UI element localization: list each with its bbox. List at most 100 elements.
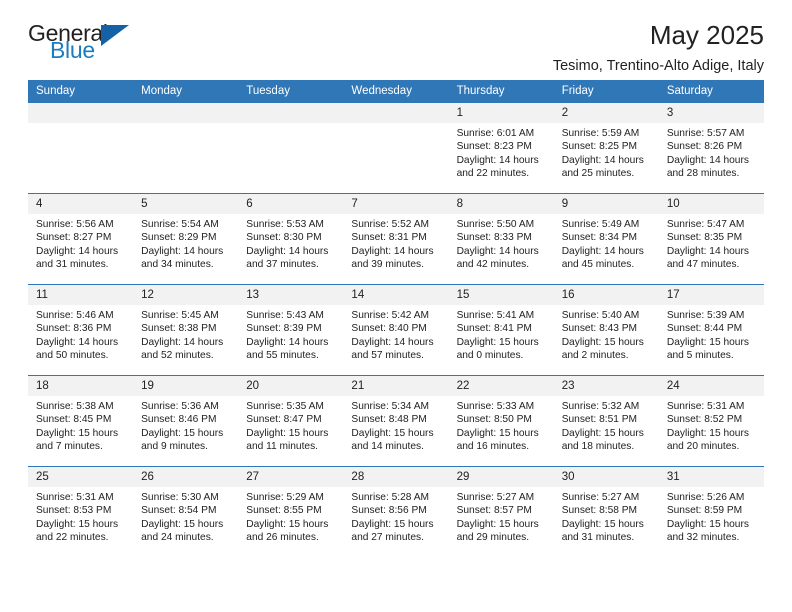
calendar-day-cell[interactable]: 31 Sunrise: 5:26 AM Sunset: 8:59 PM Dayligh… [658,466,764,557]
calendar-day-cell[interactable]: 14 Sunrise: 5:42 AM Sunset: 8:40 PM Dayligh… [343,284,449,376]
calendar-day-cell[interactable]: 15 Sunrise: 5:41 AM Sunset: 8:41 PM Dayligh… [448,284,554,376]
sunset-text: Sunset: 8:40 PM [351,323,427,335]
general-blue-logo[interactable]: General Blue [28,22,138,66]
sunset-text: Sunset: 8:53 PM [36,505,112,517]
calendar-day-cell[interactable]: 24 Sunrise: 5:31 AM Sunset: 8:52 PM Dayligh… [658,375,764,467]
sunset-text: Sunset: 8:55 PM [246,505,322,517]
sunset-text: Sunset: 8:44 PM [666,323,743,335]
sunrise-text: Sunrise: 5:38 AM [36,401,114,412]
daylight-text: Daylight: 15 hours and 31 minutes. [561,518,644,543]
calendar-day-cell[interactable]: 13 Sunrise: 5:43 AM Sunset: 8:39 PM Dayligh… [238,284,344,376]
calendar-day-cell[interactable]: 6 Sunrise: 5:53 AM Sunset: 8:30 PM Daylight… [238,193,344,285]
sunrise-sunset-calendar: Sunday Monday Tuesday Wednesday Thursday Frid… [28,80,764,557]
day-number: 20 [238,376,344,396]
weekday-header-wednesday: Wednesday [343,80,449,103]
calendar-day-cell[interactable]: 17 Sunrise: 5:39 AM Sunset: 8:44 PM Dayligh… [658,284,764,376]
sunset-text: Sunset: 8:38 PM [141,323,217,335]
calendar-day-cell[interactable]: 8 Sunrise: 5:50 AM Sunset: 8:33 PM Daylight… [448,193,554,285]
calendar-day-cell-empty [343,102,449,194]
calendar-day-cell[interactable]: 23 Sunrise: 5:32 AM Sunset: 8:51 PM Dayligh… [553,375,659,467]
sunset-text: Sunset: 8:43 PM [561,323,638,335]
sunrise-text: Sunrise: 5:30 AM [141,492,219,503]
calendar-day-cell[interactable]: 22 Sunrise: 5:33 AM Sunset: 8:50 PM Dayligh… [448,375,554,467]
day-info: Sunrise: 5:57 AM Sunset: 8:26 PM Daylight:… [659,123,764,180]
day-number: 25 [28,467,134,487]
day-info: Sunrise: 5:31 AM Sunset: 8:52 PM Daylight:… [659,396,764,453]
daylight-text: Daylight: 15 hours and 2 minutes. [561,336,644,361]
calendar-day-cell[interactable]: 28 Sunrise: 5:28 AM Sunset: 8:56 PM Dayligh… [343,466,449,557]
sunset-text: Sunset: 8:35 PM [666,232,743,244]
sunrise-text: Sunrise: 5:31 AM [36,492,114,503]
sunrise-text: Sunrise: 5:32 AM [561,401,640,412]
day-info: Sunrise: 5:54 AM Sunset: 8:29 PM Daylight:… [133,214,238,271]
daylight-text: Daylight: 15 hours and 24 minutes. [141,518,224,543]
day-number: 12 [133,285,239,305]
sunrise-text: Sunrise: 5:33 AM [456,401,535,412]
calendar-day-cell[interactable]: 21 Sunrise: 5:34 AM Sunset: 8:48 PM Dayligh… [343,375,449,467]
daylight-text: Daylight: 14 hours and 52 minutes. [141,336,224,361]
daylight-text: Daylight: 15 hours and 26 minutes. [246,518,329,543]
daylight-text: Daylight: 15 hours and 22 minutes. [36,518,119,543]
calendar-day-cell[interactable]: 3 Sunrise: 5:57 AM Sunset: 8:26 PM Daylight… [658,102,764,194]
calendar-day-cell[interactable]: 7 Sunrise: 5:52 AM Sunset: 8:31 PM Daylight… [343,193,449,285]
sunrise-text: Sunrise: 6:01 AM [456,128,535,139]
day-info: Sunrise: 5:47 AM Sunset: 8:35 PM Daylight:… [659,214,764,271]
day-info: Sunrise: 5:34 AM Sunset: 8:48 PM Daylight:… [343,396,448,453]
day-info: Sunrise: 5:53 AM Sunset: 8:30 PM Daylight:… [238,214,343,271]
daylight-text: Daylight: 14 hours and 55 minutes. [246,336,329,361]
sunset-text: Sunset: 8:41 PM [456,323,532,335]
weekday-header-tuesday: Tuesday [238,80,344,103]
day-number: 2 [553,103,659,123]
daylight-text: Daylight: 15 hours and 14 minutes. [351,427,434,452]
day-info: Sunrise: 5:28 AM Sunset: 8:56 PM Daylight:… [343,487,448,544]
day-info: Sunrise: 5:33 AM Sunset: 8:50 PM Daylight:… [449,396,554,453]
daylight-text: Daylight: 15 hours and 5 minutes. [666,336,749,361]
day-info: Sunrise: 5:40 AM Sunset: 8:43 PM Daylight:… [554,305,659,362]
calendar-day-cell[interactable]: 16 Sunrise: 5:40 AM Sunset: 8:43 PM Dayligh… [553,284,659,376]
daylight-text: Daylight: 15 hours and 16 minutes. [456,427,539,452]
sunrise-text: Sunrise: 5:47 AM [666,219,745,230]
day-info: Sunrise: 5:56 AM Sunset: 8:27 PM Daylight:… [28,214,133,271]
sunrise-text: Sunrise: 5:36 AM [141,401,219,412]
day-info: Sunrise: 5:39 AM Sunset: 8:44 PM Daylight:… [659,305,764,362]
calendar-day-cell[interactable]: 19 Sunrise: 5:36 AM Sunset: 8:46 PM Dayligh… [133,375,239,467]
day-number: 29 [448,467,554,487]
calendar-day-cell[interactable]: 11 Sunrise: 5:46 AM Sunset: 8:36 PM Dayligh… [28,284,134,376]
sunrise-text: Sunrise: 5:54 AM [141,219,219,230]
day-number: 31 [658,467,764,487]
day-info: Sunrise: 5:50 AM Sunset: 8:33 PM Daylight:… [449,214,554,271]
day-number: 16 [553,285,659,305]
sunset-text: Sunset: 8:31 PM [351,232,427,244]
calendar-day-cell[interactable]: 18 Sunrise: 5:38 AM Sunset: 8:45 PM Dayligh… [28,375,134,467]
calendar-day-cell[interactable]: 5 Sunrise: 5:54 AM Sunset: 8:29 PM Daylight… [133,193,239,285]
weekday-header-row: Sunday Monday Tuesday Wednesday Thursday Frid… [28,80,764,103]
daylight-text: Daylight: 15 hours and 29 minutes. [456,518,539,543]
daylight-text: Daylight: 15 hours and 18 minutes. [561,427,644,452]
day-number: 19 [133,376,239,396]
day-number [343,103,449,123]
day-info: Sunrise: 5:38 AM Sunset: 8:45 PM Daylight:… [28,396,133,453]
day-number: 9 [553,194,659,214]
calendar-day-cell[interactable]: 4 Sunrise: 5:56 AM Sunset: 8:27 PM Daylight… [28,193,134,285]
calendar-day-cell[interactable]: 29 Sunrise: 5:27 AM Sunset: 8:57 PM Dayligh… [448,466,554,557]
calendar-day-cell[interactable]: 2 Sunrise: 5:59 AM Sunset: 8:25 PM Daylight… [553,102,659,194]
calendar-day-cell[interactable]: 27 Sunrise: 5:29 AM Sunset: 8:55 PM Dayligh… [238,466,344,557]
calendar-day-cell[interactable]: 30 Sunrise: 5:27 AM Sunset: 8:58 PM Dayligh… [553,466,659,557]
sunset-text: Sunset: 8:57 PM [456,505,532,517]
calendar-day-cell[interactable]: 20 Sunrise: 5:35 AM Sunset: 8:47 PM Dayligh… [238,375,344,467]
calendar-day-cell[interactable]: 25 Sunrise: 5:31 AM Sunset: 8:53 PM Dayligh… [28,466,134,557]
day-number: 11 [28,285,134,305]
page-header: General Blue May 2025 Tesimo, Trentino-A… [28,0,764,74]
daylight-text: Daylight: 14 hours and 47 minutes. [666,245,749,270]
sunset-text: Sunset: 8:58 PM [561,505,638,517]
calendar-day-cell[interactable]: 1 Sunrise: 6:01 AM Sunset: 8:23 PM Daylight… [448,102,554,194]
sunset-text: Sunset: 8:48 PM [351,414,427,426]
calendar-day-cell[interactable]: 9 Sunrise: 5:49 AM Sunset: 8:34 PM Daylight… [553,193,659,285]
calendar-day-cell[interactable]: 10 Sunrise: 5:47 AM Sunset: 8:35 PM Dayligh… [658,193,764,285]
calendar-day-cell[interactable]: 12 Sunrise: 5:45 AM Sunset: 8:38 PM Dayligh… [133,284,239,376]
sunset-text: Sunset: 8:59 PM [666,505,743,517]
day-number: 7 [343,194,449,214]
sunrise-text: Sunrise: 5:27 AM [456,492,535,503]
calendar-day-cell[interactable]: 26 Sunrise: 5:30 AM Sunset: 8:54 PM Dayligh… [133,466,239,557]
day-number: 18 [28,376,134,396]
